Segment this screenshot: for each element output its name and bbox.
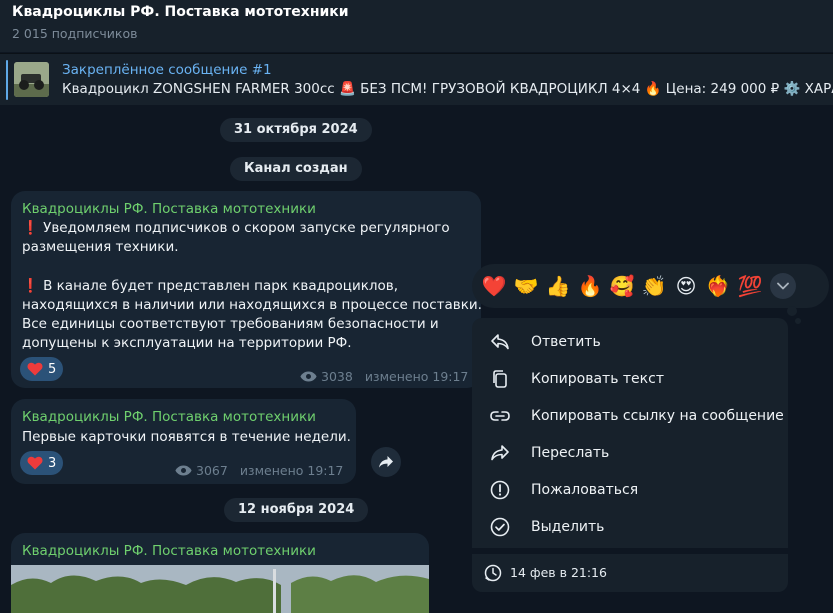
message-meta: 3067 изменено 19:17 (175, 463, 343, 478)
reaction-option[interactable]: 👏 (638, 270, 670, 302)
reaction-heart[interactable]: 3 (20, 451, 64, 475)
picker-tail (795, 318, 801, 324)
menu-item-copy-link[interactable]: Копировать ссылку на сообщение (472, 397, 788, 434)
message-line: Первые карточки появятся в течение недел… (22, 429, 351, 445)
menu-label: Выделить (531, 518, 605, 535)
reaction-option[interactable]: 🤝 (510, 270, 542, 302)
menu-item-select[interactable]: Выделить (472, 508, 788, 545)
message-line: Все единицы соответствуют требованиям бе… (22, 316, 439, 332)
reaction-option[interactable]: 😍 (670, 270, 702, 302)
message-line: размещения техники. (22, 239, 179, 255)
menu-label: Ответить (531, 333, 601, 350)
forward-button[interactable] (371, 447, 401, 477)
pinned-message-bar[interactable]: Закреплённое сообщение #1 Квадроцикл ZON… (0, 53, 833, 105)
reaction-option[interactable]: ❤️‍🔥 (702, 270, 734, 302)
message-line: допущены к эксплуатации на территории РФ… (22, 335, 352, 351)
menu-label: Переслать (531, 444, 610, 461)
reaction-count: 3 (48, 455, 57, 471)
reaction-count: 5 (48, 361, 57, 377)
reaction-heart[interactable]: 5 (20, 357, 64, 381)
pinned-label: Закреплённое сообщение #1 (62, 62, 272, 78)
link-icon (489, 405, 511, 427)
copy-icon (489, 368, 511, 390)
chat-header[interactable]: Квадроциклы РФ. Поставка мототехники 2 0… (0, 0, 833, 52)
menu-item-copy-text[interactable]: Копировать текст (472, 360, 788, 397)
menu-item-forward[interactable]: Переслать (472, 434, 788, 471)
forward-icon (489, 442, 511, 464)
message-bubble[interactable]: Квадроциклы РФ. Поставка мототехники ❗ У… (11, 191, 482, 388)
eye-icon (300, 371, 317, 382)
message-bubble[interactable]: Квадроциклы РФ. Поставка мототехники Пер… (11, 399, 356, 484)
date-separator: 31 октября 2024 (220, 118, 372, 142)
message-author[interactable]: Квадроциклы РФ. Поставка мототехники (22, 201, 316, 217)
reaction-option[interactable]: 💯 (734, 270, 766, 302)
clock-check-icon (484, 564, 502, 586)
message-photo[interactable] (11, 565, 429, 613)
message-line: ❗ В канале будет представлен парк квадро… (22, 278, 399, 294)
reaction-option[interactable]: 👍 (542, 270, 574, 302)
heart-icon (27, 362, 43, 376)
date-separator: 12 ноября 2024 (224, 498, 369, 522)
service-message: Канал создан (230, 157, 362, 181)
subscriber-count: 2 015 подписчиков (12, 26, 138, 41)
sent-time-text: 14 фев в 21:16 (510, 565, 607, 580)
edited-time: изменено 19:17 (239, 463, 344, 478)
reaction-option[interactable]: 🥰 (606, 270, 638, 302)
menu-item-report[interactable]: Пожаловаться (472, 471, 788, 508)
expand-reactions-button[interactable] (770, 273, 796, 299)
channel-title[interactable]: Квадроциклы РФ. Поставка мототехники (12, 4, 349, 20)
share-arrow-icon (379, 456, 393, 468)
heart-icon (27, 456, 43, 470)
view-count: 3067 (196, 463, 228, 478)
menu-label: Копировать ссылку на сообщение (531, 407, 784, 424)
chevron-down-icon (777, 282, 789, 290)
reaction-option[interactable]: 🔥 (574, 270, 606, 302)
menu-item-reply[interactable]: Ответить (472, 323, 788, 360)
pinned-text: Квадроцикл ZONGSHEN FARMER 300cc 🚨 БЕЗ П… (62, 81, 833, 97)
reply-icon (489, 331, 511, 353)
reaction-picker: ❤️ 🤝 👍 🔥 🥰 👏 😍 ❤️‍🔥 💯 (472, 264, 829, 308)
picker-tail (787, 306, 797, 316)
context-menu: Ответить Копировать текст Копировать ссы… (472, 318, 788, 592)
menu-label: Пожаловаться (531, 481, 639, 498)
edited-time: изменено 19:17 (364, 369, 469, 384)
pinned-indicator (6, 60, 8, 100)
message-author[interactable]: Квадроциклы РФ. Поставка мототехники (22, 543, 316, 559)
message-meta: 3038 изменено 19:17 (300, 369, 468, 384)
message-author[interactable]: Квадроциклы РФ. Поставка мототехники (22, 409, 316, 425)
message-line: находящихся в наличии или находящихся в … (22, 297, 482, 313)
pinned-thumbnail (14, 62, 49, 97)
eye-icon (175, 465, 192, 476)
message-sent-time: 14 фев в 21:16 (472, 554, 788, 592)
reaction-option[interactable]: ❤️ (478, 270, 510, 302)
message-line: ❗ Уведомляем подписчиков о скором запуск… (22, 220, 450, 236)
report-icon (489, 479, 511, 501)
select-icon (489, 516, 511, 538)
message-bubble[interactable]: Квадроциклы РФ. Поставка мототехники (11, 533, 429, 613)
view-count: 3038 (321, 369, 353, 384)
menu-label: Копировать текст (531, 370, 664, 387)
